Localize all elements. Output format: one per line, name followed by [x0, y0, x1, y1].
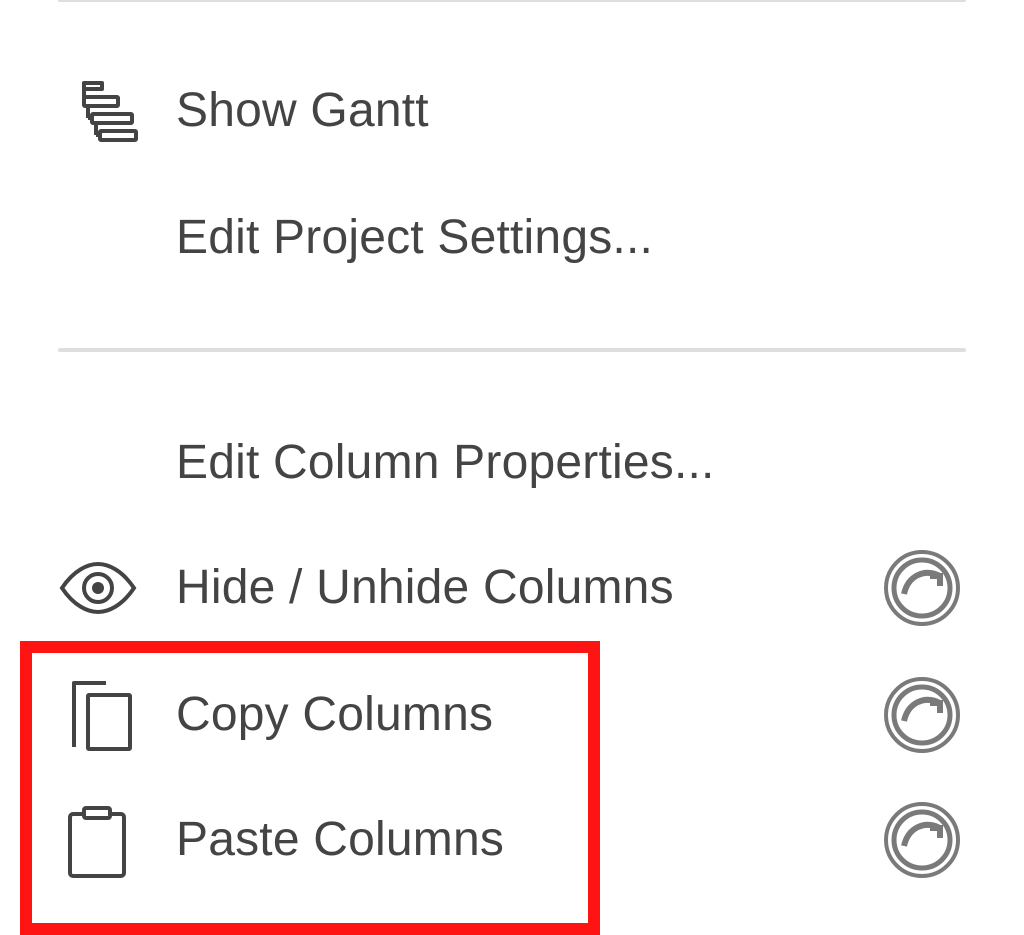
menu-item-show-gantt[interactable]: Show Gantt	[40, 56, 980, 166]
eye-icon	[56, 546, 140, 630]
premium-feature-icon	[880, 546, 964, 630]
menu-item-paste-columns[interactable]: Paste Columns	[40, 785, 980, 895]
clipboard-icon	[56, 798, 140, 882]
menu-item-label: Hide / Unhide Columns	[176, 561, 674, 614]
gantt-icon	[56, 69, 140, 153]
menu-item-label: Copy Columns	[176, 688, 494, 741]
menu-item-label: Edit Project Settings...	[176, 211, 654, 264]
menu-item-label: Edit Column Properties...	[176, 436, 715, 489]
menu-item-hide-unhide-columns[interactable]: Hide / Unhide Columns	[40, 533, 980, 643]
menu-item-label: Show Gantt	[176, 84, 429, 137]
menu-item-edit-project-settings[interactable]: Edit Project Settings...	[40, 183, 980, 293]
copy-icon	[56, 673, 140, 757]
premium-feature-icon	[880, 673, 964, 757]
menu-item-label: Paste Columns	[176, 813, 505, 866]
menu-divider-top	[58, 0, 966, 2]
menu-item-copy-columns[interactable]: Copy Columns	[40, 660, 980, 770]
menu-item-edit-column-properties[interactable]: Edit Column Properties...	[40, 408, 980, 518]
premium-feature-icon	[880, 798, 964, 882]
menu-divider	[58, 348, 966, 352]
